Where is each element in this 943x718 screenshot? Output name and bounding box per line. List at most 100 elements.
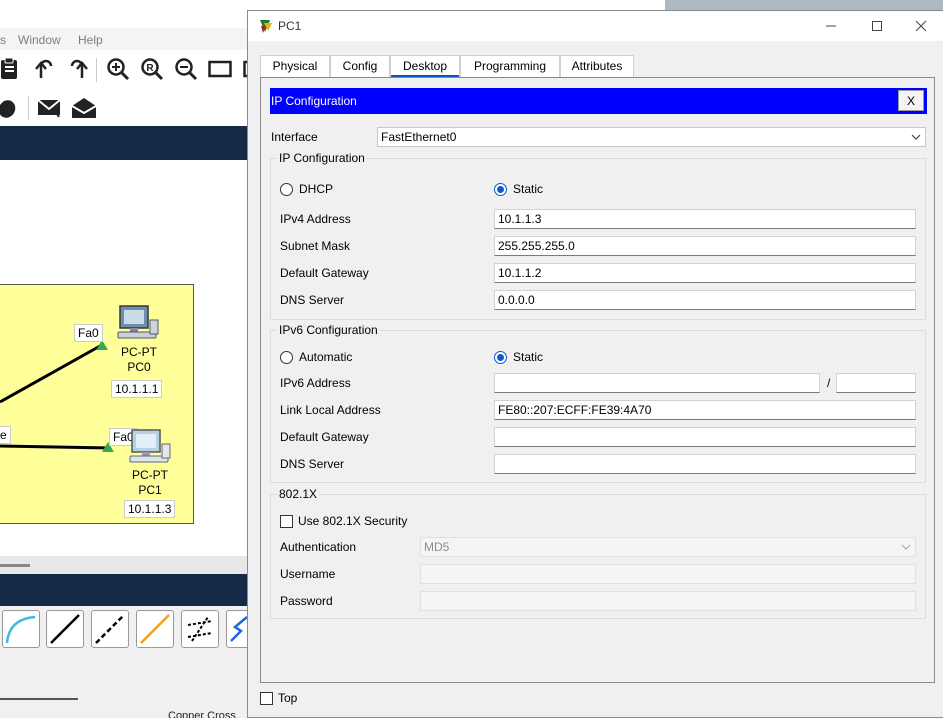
link-to-pc0[interactable] — [0, 344, 101, 404]
tab-desktop[interactable]: Desktop — [390, 55, 460, 77]
link-to-pc1[interactable] — [0, 444, 111, 450]
tab-config[interactable]: Config — [330, 55, 390, 77]
ip-config-close-button[interactable]: X — [898, 90, 924, 111]
maximize-button[interactable] — [854, 11, 900, 41]
svg-text:R: R — [146, 63, 154, 74]
static-ipv6-radio[interactable] — [494, 351, 507, 364]
draw-shape-icon[interactable] — [0, 94, 22, 122]
dns-server-input[interactable]: 0.0.0.0 — [494, 290, 916, 310]
interface-select[interactable]: FastEthernet0 — [377, 127, 926, 147]
zoom-in-icon[interactable] — [104, 55, 132, 83]
pc1-dialog: PC1 Physical Config Desktop Programming … — [247, 10, 943, 718]
pc0-device-icon[interactable] — [116, 304, 162, 347]
pc1-ip-label: 10.1.1.3 — [124, 500, 176, 518]
automatic-ipv6-label: Automatic — [299, 350, 353, 364]
ipv4-address-input[interactable]: 10.1.1.3 — [494, 209, 916, 229]
straight-through-cable-icon[interactable] — [46, 610, 84, 648]
console-cable-icon[interactable] — [2, 610, 40, 648]
window-title: PC1 — [278, 19, 302, 33]
cable-name-label: Copper Cross — [168, 710, 236, 718]
interface-select-value: FastEthernet0 — [381, 130, 457, 144]
pc1-type-label: PC-PT — [132, 468, 168, 482]
device-palette-bar — [0, 574, 250, 606]
static-ipv4-label: Static — [513, 182, 544, 196]
default-gateway-input[interactable]: 10.1.1.2 — [494, 263, 916, 283]
desktop-tab-panel: IP Configuration X Interface FastEtherne… — [260, 77, 935, 683]
top-label: Top — [278, 691, 298, 705]
tab-label: Config — [342, 59, 378, 73]
redo-icon[interactable] — [64, 55, 92, 83]
phone-cable-icon[interactable] — [181, 610, 219, 648]
secondary-toolbar — [0, 90, 250, 126]
chevron-down-icon — [911, 134, 921, 140]
ip-configuration-header: IP Configuration X — [270, 88, 927, 114]
ipv6-gateway-label: Default Gateway — [280, 430, 369, 444]
ipv6-prefix-input[interactable] — [836, 373, 916, 393]
static-ipv6-label: Static — [513, 350, 544, 364]
tab-programming[interactable]: Programming — [460, 55, 560, 77]
dhcp-label: DHCP — [299, 182, 334, 196]
automatic-ipv6-radio[interactable] — [280, 351, 293, 364]
subnet-mask-input[interactable]: 255.255.255.0 — [494, 236, 916, 256]
maximize-icon — [872, 21, 882, 31]
clipboard-icon[interactable] — [0, 55, 24, 83]
tab-physical[interactable]: Physical — [260, 55, 330, 77]
simple-pdu-icon[interactable] — [36, 94, 64, 122]
topology-links — [0, 340, 114, 452]
default-gateway-value: 10.1.1.2 — [498, 266, 542, 280]
ipv6-gateway-input[interactable] — [494, 427, 916, 447]
link-local-address-value: FE80::207:ECFF:FE39:4A70 — [498, 403, 652, 417]
dhcp-radio[interactable] — [280, 183, 293, 196]
tab-label: Physical — [272, 59, 318, 73]
pc0-name-label: PC0 — [127, 360, 151, 374]
chevron-down-icon — [901, 544, 911, 550]
subnet-mask-value: 255.255.255.0 — [498, 239, 575, 253]
fiber-cable-icon[interactable] — [136, 610, 174, 648]
default-gateway-label: Default Gateway — [280, 266, 369, 280]
crossover-cable-icon[interactable] — [91, 610, 129, 648]
window-titlebar[interactable]: PC1 — [248, 11, 943, 41]
username-input[interactable] — [420, 564, 916, 584]
authentication-select[interactable]: MD5 — [420, 537, 916, 557]
desktop-strip — [665, 0, 943, 10]
top-checkbox[interactable] — [260, 692, 273, 705]
ipv6-address-label: IPv6 Address — [280, 376, 351, 390]
menu-item-window[interactable]: Window — [18, 33, 61, 47]
tab-attributes[interactable]: Attributes — [560, 55, 634, 77]
pc0-type-label: PC-PT — [121, 345, 157, 359]
close-icon — [915, 20, 927, 32]
ipv6-address-input[interactable] — [494, 373, 820, 393]
ipv6-dns-input[interactable] — [494, 454, 916, 474]
zoom-out-icon[interactable] — [172, 55, 200, 83]
password-label: Password — [280, 594, 333, 608]
minimize-icon — [826, 25, 836, 27]
toolbar-divider — [96, 58, 97, 82]
zoom-reset-icon[interactable]: R — [138, 55, 166, 83]
pc0-ip-label: 10.1.1.1 — [111, 380, 163, 398]
ipv6-group-title: IPv6 Configuration — [277, 323, 380, 337]
use-dot1x-label: Use 802.1X Security — [298, 514, 408, 528]
canvas-scrollbar-area — [0, 556, 250, 574]
close-button[interactable] — [898, 11, 943, 41]
toolbar-divider — [28, 96, 29, 120]
prefix-separator: / — [827, 376, 831, 390]
tab-label: Desktop — [402, 59, 448, 73]
packet-tracer-app-icon — [258, 18, 274, 37]
static-ipv4-radio[interactable] — [494, 183, 507, 196]
pc1-device-icon[interactable] — [128, 428, 174, 471]
link-local-address-input[interactable]: FE80::207:ECFF:FE39:4A70 — [494, 400, 916, 420]
palette-scrollbar[interactable] — [0, 698, 78, 700]
use-dot1x-checkbox[interactable] — [280, 515, 293, 528]
complex-pdu-icon[interactable] — [70, 94, 98, 122]
horizontal-scrollbar-thumb[interactable] — [0, 564, 30, 567]
ip-configuration-title: IP Configuration — [271, 94, 357, 108]
password-input[interactable] — [420, 591, 916, 611]
tab-label: Programming — [473, 59, 547, 73]
menu-item-help[interactable]: Help — [78, 33, 103, 47]
authentication-label: Authentication — [280, 540, 357, 554]
undo-icon[interactable] — [31, 55, 59, 83]
minimize-button[interactable] — [808, 11, 854, 41]
pc1-name-label: PC1 — [138, 483, 162, 497]
menu-item-partial[interactable]: s — [0, 33, 6, 47]
window-view-icon[interactable] — [206, 55, 234, 83]
